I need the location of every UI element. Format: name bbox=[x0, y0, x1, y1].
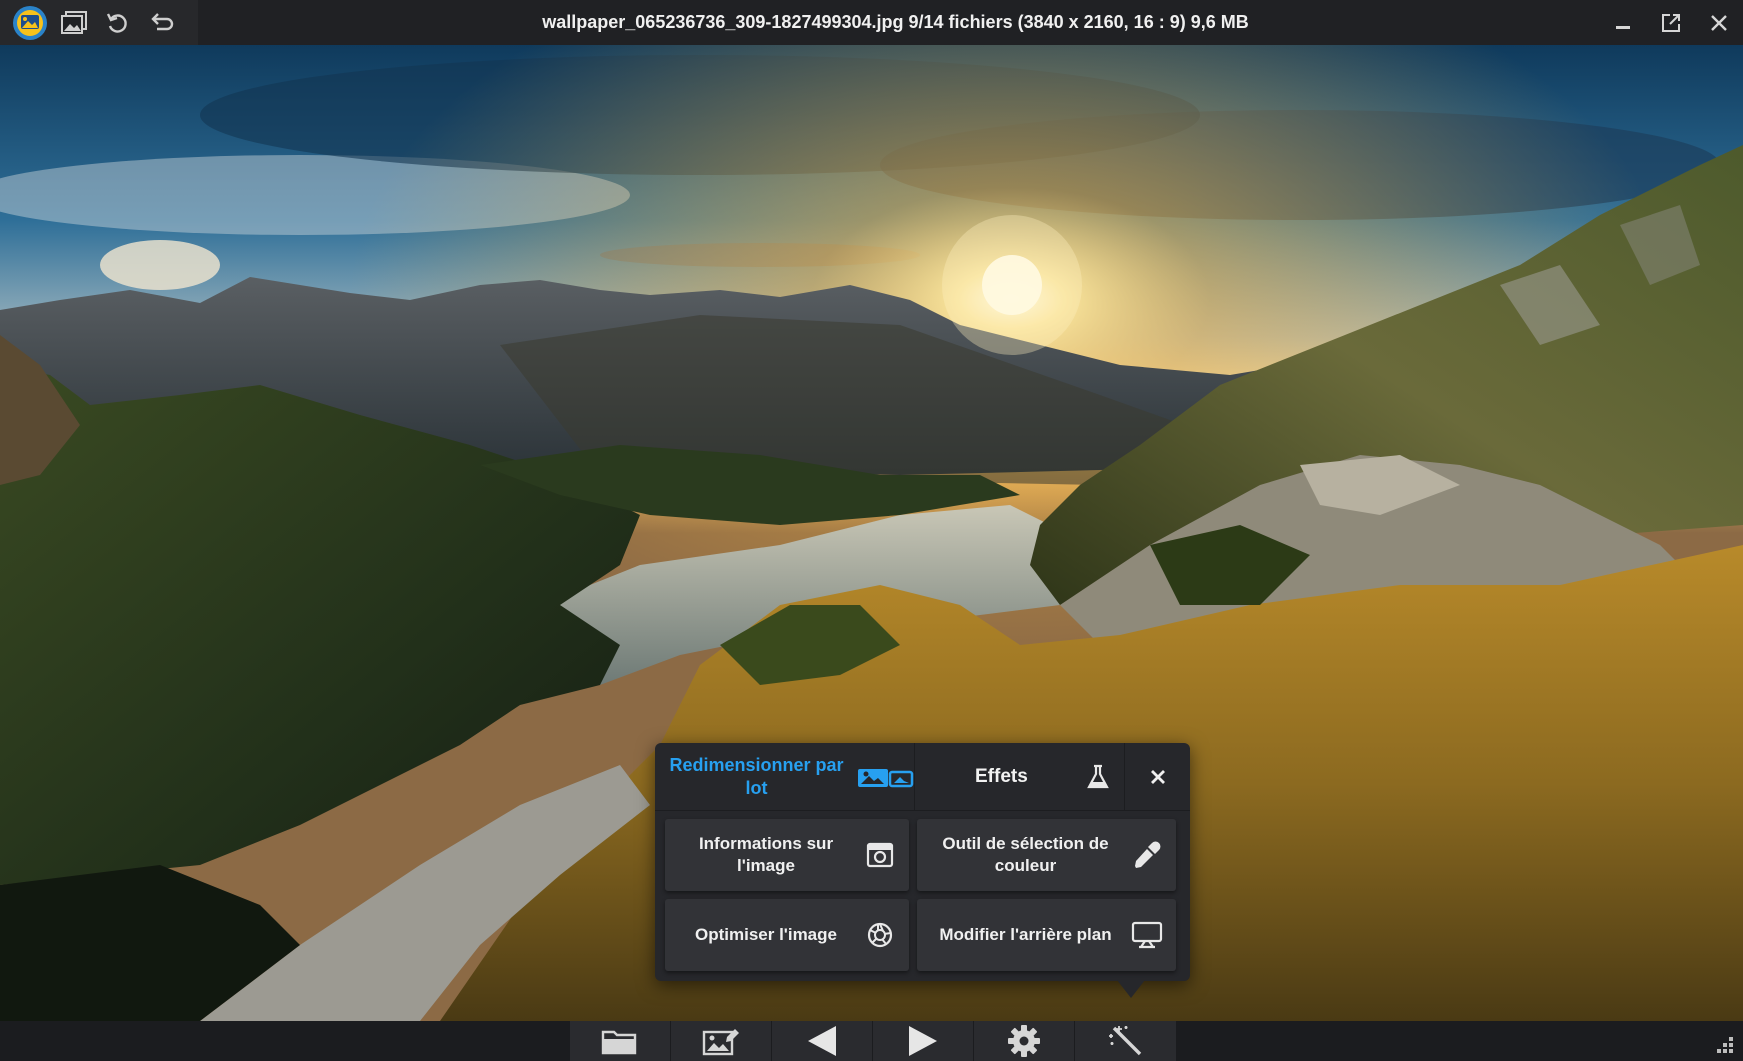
rotate-icon[interactable] bbox=[96, 0, 140, 45]
change-background-button[interactable]: Modifier l'arrière plan bbox=[917, 899, 1176, 971]
fullscreen-icon[interactable] bbox=[1647, 0, 1695, 45]
undo-icon[interactable] bbox=[140, 0, 184, 45]
window-title: wallpaper_065236736_309-1827499304.jpg 9… bbox=[542, 12, 1249, 32]
image-info-button[interactable]: Informations sur l'image bbox=[665, 819, 909, 891]
batch-resize-icon bbox=[856, 763, 914, 791]
settings-button[interactable] bbox=[974, 1021, 1075, 1061]
optimize-image-button[interactable]: Optimiser l'image bbox=[665, 899, 909, 971]
batch-resize-button[interactable]: Redimensionner par lot bbox=[655, 743, 915, 810]
image-edit-icon bbox=[702, 1029, 739, 1056]
previous-icon bbox=[808, 1026, 836, 1056]
next-icon bbox=[909, 1026, 937, 1056]
aperture-icon bbox=[863, 918, 897, 952]
gallery-icon[interactable] bbox=[52, 0, 96, 45]
close-icon bbox=[1150, 769, 1165, 784]
magic-wand-icon bbox=[1108, 1026, 1141, 1056]
batch-resize-label: Redimensionner par lot bbox=[669, 754, 844, 798]
flask-icon bbox=[1086, 764, 1110, 790]
image-info-label: Informations sur l'image bbox=[698, 834, 834, 875]
close-icon[interactable] bbox=[1695, 0, 1743, 45]
color-picker-button[interactable]: Outil de sélection de couleur bbox=[917, 819, 1176, 891]
popup-header: Redimensionner par lot Effets bbox=[655, 743, 1190, 811]
resize-grip-icon[interactable] bbox=[1713, 1033, 1735, 1055]
open-folder-button[interactable] bbox=[570, 1021, 671, 1061]
next-button[interactable] bbox=[873, 1021, 974, 1061]
magic-wand-button[interactable] bbox=[1075, 1021, 1176, 1061]
minimize-icon[interactable] bbox=[1599, 0, 1647, 45]
popup-tools-grid: Informations sur l'image Outil de sélect… bbox=[655, 811, 1190, 971]
edit-image-button[interactable] bbox=[671, 1021, 772, 1061]
optimize-image-label: Optimiser l'image bbox=[695, 925, 837, 944]
previous-button[interactable] bbox=[772, 1021, 873, 1061]
camera-info-icon bbox=[863, 838, 897, 872]
effects-button[interactable]: Effets bbox=[915, 743, 1125, 810]
color-picker-label: Outil de sélection de couleur bbox=[942, 834, 1109, 875]
toolbar-left bbox=[0, 0, 198, 45]
popup-close-button[interactable] bbox=[1125, 743, 1190, 810]
popup-pointer bbox=[1117, 980, 1145, 998]
effects-label: Effets bbox=[975, 765, 1028, 787]
change-background-label: Modifier l'arrière plan bbox=[939, 925, 1112, 944]
tools-popup: Redimensionner par lot Effets Informatio… bbox=[655, 743, 1190, 981]
settings-icon bbox=[1008, 1025, 1040, 1057]
folder-icon bbox=[601, 1030, 637, 1055]
bottom-toolbar-buttons bbox=[570, 1021, 1176, 1061]
monitor-icon bbox=[1130, 918, 1164, 952]
title-bar: wallpaper_065236736_309-1827499304.jpg 9… bbox=[0, 0, 1743, 45]
eyedropper-icon bbox=[1130, 838, 1164, 872]
app-logo-icon[interactable] bbox=[8, 0, 52, 45]
window-controls bbox=[1599, 0, 1743, 45]
bottom-toolbar bbox=[0, 1021, 1743, 1061]
